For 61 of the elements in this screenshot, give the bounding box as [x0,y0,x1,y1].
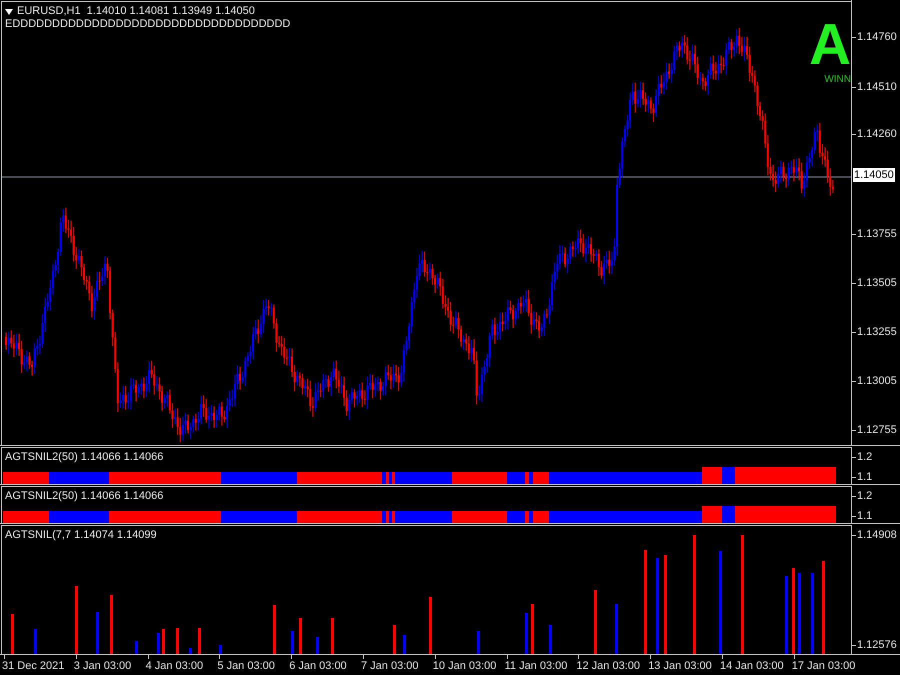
histogram-bar [219,645,222,654]
indicator-label: AGTSNIL(7,7 1.14074 1.14099 [5,529,157,542]
price-tick-label: 1.13255 [857,325,897,339]
histogram-bar [403,635,406,654]
histogram-bar [393,625,396,654]
price-tick-label: 1.2 [857,450,872,464]
price-tick-label: 1.1 [857,509,872,523]
histogram-bar [525,613,528,654]
histogram-bar [477,631,480,654]
histogram-bar [162,629,165,654]
time-axis-label: 14 Jan 03:00 [720,659,784,673]
histogram-bar [176,628,179,654]
time-axis-label: 4 Jan 03:00 [146,659,204,673]
price-tick-label: 1.13505 [857,276,897,290]
price-tick-label: 1.14908 [857,528,897,542]
time-axis-label: 11 Jan 03:00 [504,659,568,673]
price-tick-label: 1.13005 [857,374,897,388]
signal-caption: WINN [824,74,851,85]
histogram-bar [273,605,276,654]
histogram-bar [594,590,597,654]
histogram-bar [549,625,552,654]
price-tick-label: 1.14510 [857,80,897,94]
histogram-bar [299,618,302,654]
time-axis-label: 31 Dec 2021 [2,659,64,673]
symbol-header: EURUSD,H1 1.14010 1.14081 1.13949 1.14050 [17,5,255,18]
current-price-label: 1.14050 [853,168,895,182]
indicator-subtitle: EDDDDDDDDDDDDDDDDDDDDDDDDDDDDDDDDDDD [5,18,290,31]
time-axis-label: 5 Jan 03:00 [217,659,275,673]
price-tick-label: 1.2 [857,489,872,503]
histogram-bar [96,612,99,654]
histogram-bar [331,618,334,654]
dropdown-caret-icon[interactable] [5,8,13,14]
time-axis-label: 10 Jan 03:00 [432,659,496,673]
histogram-bar [157,633,160,654]
time-axis-label: 7 Jan 03:00 [361,659,418,673]
indicator-label: AGTSNIL2(50) 1.14066 1.14066 [5,490,164,503]
histogram-bar [615,604,618,654]
time-axis-label: 3 Jan 03:00 [74,659,132,673]
time-axis-label: 17 Jan 03:00 [792,659,856,673]
histogram-bar [198,628,201,654]
indicator-label: AGTSNIL2(50) 1.14066 1.14066 [5,451,164,464]
price-tick-label: 1.14760 [857,30,897,44]
histogram-bar [34,629,37,654]
histogram-bar [291,631,294,654]
price-tick-label: 1.14260 [857,127,897,141]
time-axis-label: 13 Jan 03:00 [648,659,712,673]
histogram-bar [110,595,113,654]
price-tick-label: 1.1 [857,470,872,484]
histogram-bar [429,597,432,654]
signal-letter: A [809,16,851,74]
histogram-bar [189,648,192,654]
time-axis-label: 6 Jan 03:00 [289,659,347,673]
histogram-bar [135,641,138,654]
price-tick-label: 1.13755 [857,227,897,241]
histogram-bar [316,637,319,654]
price-tick-label: 1.12576 [857,638,897,652]
time-axis-label: 12 Jan 03:00 [576,659,640,673]
price-tick-label: 1.12755 [857,423,897,437]
histogram-bar [75,586,78,654]
histogram-bar [531,604,534,654]
histogram-bar [11,614,14,654]
